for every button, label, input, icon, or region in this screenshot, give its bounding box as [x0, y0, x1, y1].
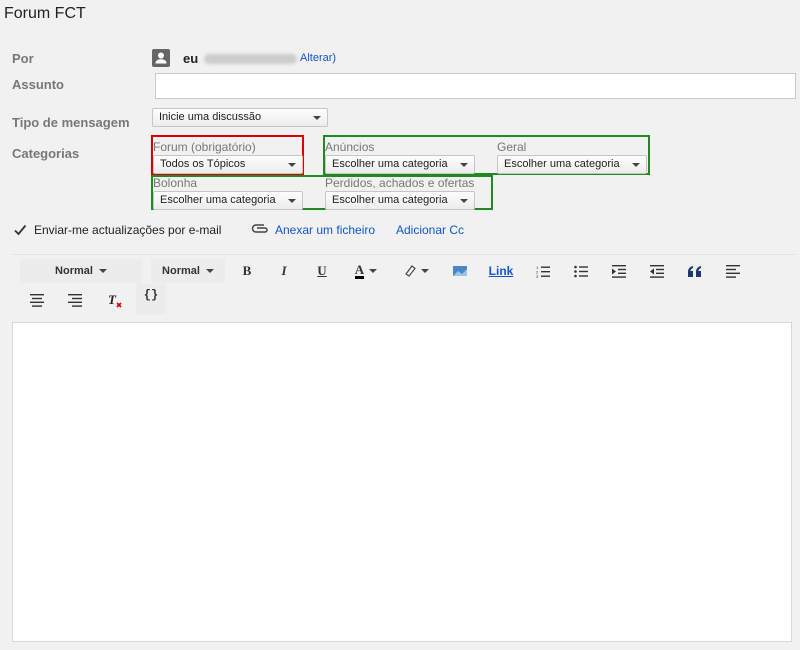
- clear-formatting-icon: T: [108, 292, 122, 308]
- chevron-down-icon: [288, 163, 296, 167]
- toolbar-divider: [12, 254, 796, 255]
- geral-category-select[interactable]: Escolher uma categoria: [497, 155, 647, 174]
- italic-button[interactable]: I: [272, 259, 296, 283]
- paperclip-icon: [250, 222, 270, 241]
- code-button[interactable]: {}: [136, 284, 166, 314]
- subject-label: Assunto: [12, 77, 64, 92]
- checkmark-icon: [14, 224, 27, 236]
- insert-image-button[interactable]: [448, 259, 472, 283]
- chevron-down-icon: [98, 269, 107, 273]
- numbered-list-icon: 123: [536, 265, 550, 278]
- message-body-editor[interactable]: [12, 322, 792, 642]
- chevron-down-icon: [369, 269, 378, 273]
- chevron-down-icon: [460, 199, 468, 203]
- forum-category-label: Forum (obrigatório): [153, 140, 256, 154]
- indent-icon: [612, 264, 626, 278]
- bullet-list-button[interactable]: [569, 259, 593, 283]
- align-center-icon: [30, 293, 44, 307]
- user-avatar-icon: [152, 49, 170, 67]
- chevron-down-icon: [205, 269, 214, 273]
- anuncios-category-select[interactable]: Escolher uma categoria: [325, 155, 475, 174]
- align-center-button[interactable]: [25, 288, 49, 312]
- bold-button[interactable]: B: [235, 259, 259, 283]
- chevron-down-icon: [632, 163, 640, 167]
- bolonha-category-select[interactable]: Escolher uma categoria: [153, 191, 303, 210]
- align-left-icon: [726, 264, 740, 278]
- chevron-down-icon: [288, 199, 296, 203]
- redacted-email: [204, 54, 297, 64]
- chevron-down-icon: [313, 116, 321, 120]
- bolonha-category-label: Bolonha: [153, 176, 198, 190]
- outdent-button[interactable]: [645, 259, 669, 283]
- text-color-button[interactable]: A: [348, 259, 384, 283]
- link-button[interactable]: Link: [486, 259, 516, 283]
- from-label: Por: [12, 51, 34, 66]
- font-family-dropdown[interactable]: Normal: [20, 259, 142, 283]
- chevron-down-icon: [460, 163, 468, 167]
- remove-formatting-button[interactable]: T: [101, 288, 129, 312]
- email-updates-label: Enviar-me actualizações por e-mail: [34, 223, 222, 237]
- chevron-down-icon: [421, 269, 429, 273]
- bullet-list-icon: [574, 265, 588, 277]
- geral-category-label: Geral: [497, 140, 527, 154]
- underline-button[interactable]: U: [310, 259, 334, 283]
- outdent-icon: [650, 264, 664, 278]
- change-sender-link[interactable]: Alterar): [300, 52, 336, 64]
- attach-file-link[interactable]: Anexar um ficheiro: [275, 223, 375, 237]
- message-type-select[interactable]: Inicie uma discussão: [152, 108, 328, 127]
- message-type-label: Tipo de mensagem: [12, 115, 130, 130]
- categories-label: Categorias: [12, 146, 80, 161]
- font-size-dropdown[interactable]: Normal: [151, 259, 225, 283]
- quote-icon: [688, 265, 701, 277]
- page-title: Forum FCT: [4, 5, 86, 22]
- anuncios-category-label: Anúncios: [325, 140, 375, 154]
- image-icon: [453, 266, 467, 276]
- numbered-list-button[interactable]: 123: [531, 259, 555, 283]
- forum-category-select[interactable]: Todos os Tópicos: [153, 155, 303, 174]
- align-right-button[interactable]: [63, 288, 87, 312]
- svg-text:3: 3: [536, 274, 539, 278]
- align-left-button[interactable]: [721, 259, 745, 283]
- sender-name: eu: [183, 51, 199, 66]
- subject-input[interactable]: [155, 73, 796, 99]
- align-right-icon: [68, 293, 82, 307]
- perdidos-category-label: Perdidos, achados e ofertas: [325, 176, 475, 190]
- perdidos-category-select[interactable]: Escolher uma categoria: [325, 191, 475, 210]
- email-updates-checkbox[interactable]: [13, 223, 27, 236]
- highlight-color-button[interactable]: [398, 259, 434, 283]
- add-cc-link[interactable]: Adicionar Cc: [396, 223, 464, 237]
- highlighter-icon: [405, 265, 416, 277]
- blockquote-button[interactable]: [683, 259, 707, 283]
- svg-text:T: T: [108, 292, 117, 307]
- indent-button[interactable]: [607, 259, 631, 283]
